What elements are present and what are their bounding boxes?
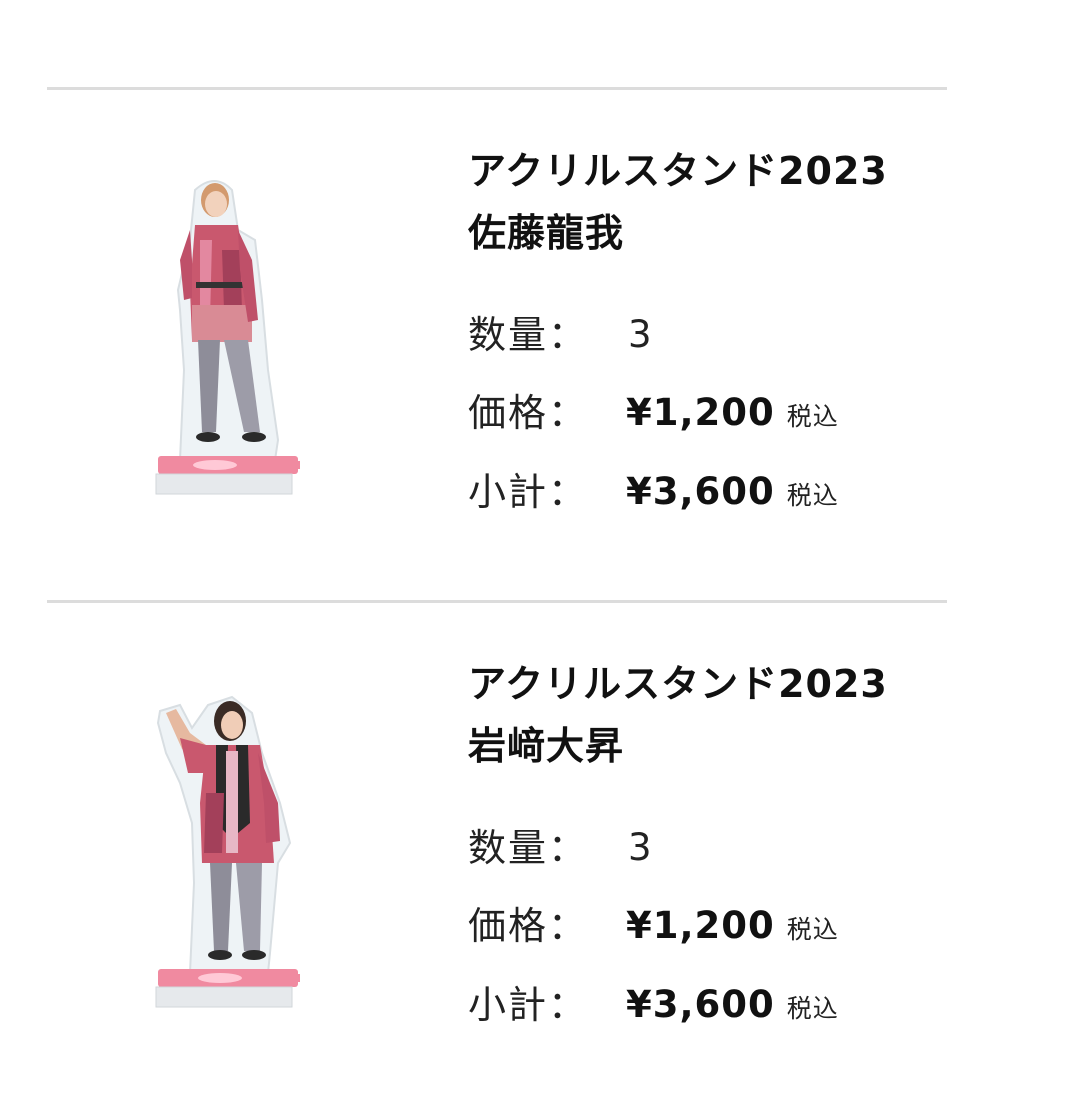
subtotal-value: ¥3,600	[626, 470, 775, 513]
product-title-line1: アクリルスタンド2023	[468, 662, 888, 706]
price-value-wrap: ¥1,200 税込	[626, 388, 839, 442]
subtotal-value-wrap: ¥3,600 税込	[626, 980, 839, 1034]
subtotal-label: 小計：	[468, 470, 589, 514]
price-tax-label: 税込	[786, 915, 839, 944]
cart-item: アクリルスタンド2023 佐藤龍我 数量： 3 価格： ¥1,200 税込 小計：…	[0, 90, 1080, 590]
subtotal-tax-label: 税込	[786, 994, 839, 1023]
subtotal-tax-label: 税込	[786, 481, 839, 510]
product-image[interactable]	[140, 683, 300, 1023]
product-title-line2: 佐藤龍我	[468, 211, 625, 255]
product-title[interactable]: アクリルスタンド2023 佐藤龍我	[468, 140, 888, 264]
price-value: ¥1,200	[626, 391, 775, 434]
acrylic-stand-figure-icon	[155, 695, 300, 1008]
cart-item: アクリルスタンド2023 岩﨑大昇 数量： 3 価格： ¥1,200 税込 小計：…	[0, 603, 1080, 1103]
price-label: 価格：	[468, 904, 589, 948]
price-value-wrap: ¥1,200 税込	[626, 901, 839, 955]
price-tax-label: 税込	[786, 402, 839, 431]
subtotal-label: 小計：	[468, 983, 589, 1027]
product-image[interactable]	[140, 170, 300, 510]
acrylic-stand-figure-icon	[155, 180, 300, 495]
price-label: 価格：	[468, 391, 589, 435]
product-title[interactable]: アクリルスタンド2023 岩﨑大昇	[468, 653, 888, 777]
product-title-line1: アクリルスタンド2023	[468, 149, 888, 193]
quantity-value: 3	[628, 313, 652, 356]
quantity-value: 3	[628, 826, 652, 869]
subtotal-value: ¥3,600	[626, 983, 775, 1026]
subtotal-value-wrap: ¥3,600 税込	[626, 467, 839, 521]
product-title-line2: 岩﨑大昇	[468, 724, 625, 768]
quantity-label: 数量：	[468, 826, 589, 870]
quantity-label: 数量：	[468, 313, 589, 357]
price-value: ¥1,200	[626, 904, 775, 947]
